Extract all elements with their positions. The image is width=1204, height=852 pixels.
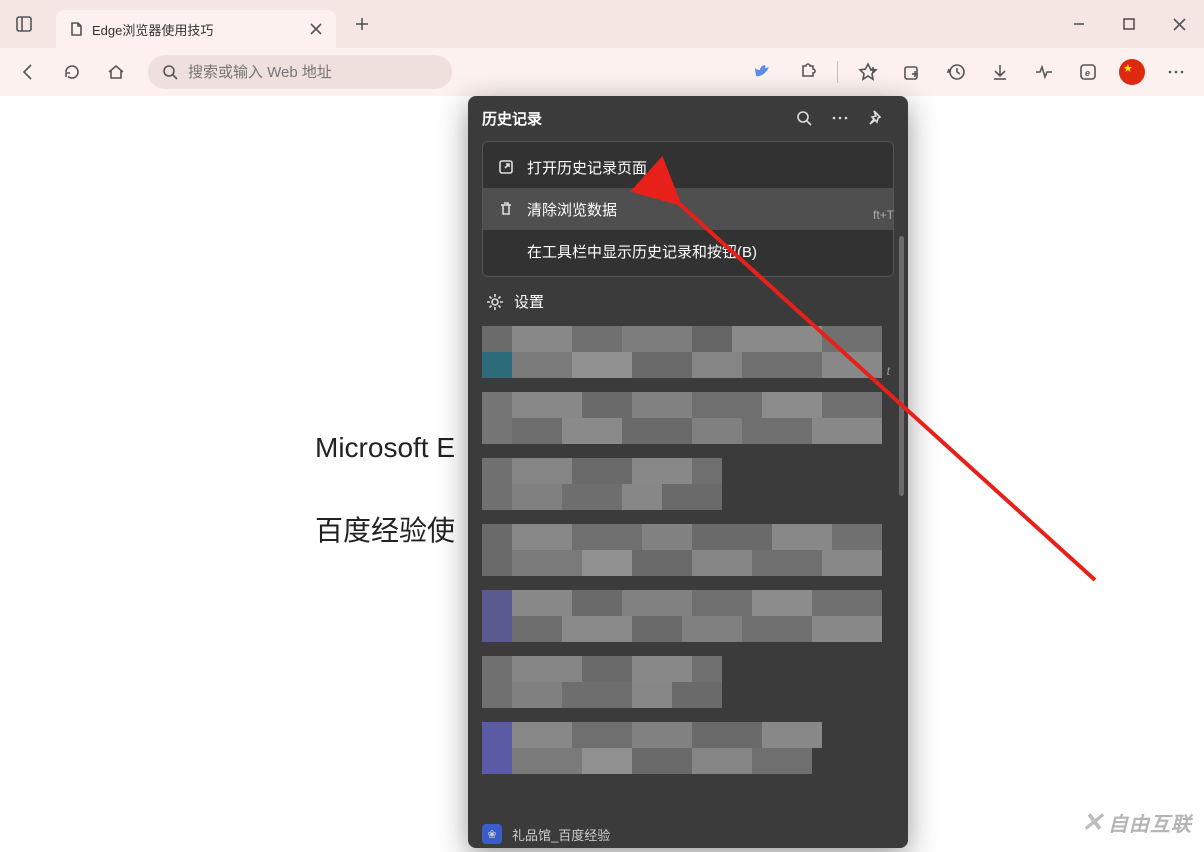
back-button[interactable] <box>8 52 48 92</box>
address-input[interactable] <box>188 64 438 81</box>
extensions-button[interactable] <box>787 52 827 92</box>
ie-icon: e <box>1078 62 1098 82</box>
maximize-button[interactable] <box>1104 4 1154 44</box>
scrollbar[interactable] <box>899 236 904 496</box>
home-button[interactable] <box>96 52 136 92</box>
menu-label: 在工具栏中显示历史记录和按钮(B) <box>527 241 757 262</box>
ie-mode-button[interactable]: e <box>1068 52 1108 92</box>
download-icon <box>990 62 1010 82</box>
menu-open-history-page[interactable]: 打开历史记录页面 <box>483 146 893 188</box>
toolbar: e <box>0 48 1204 96</box>
bird-extension-button[interactable] <box>743 52 783 92</box>
watermark: ✕ 自由互联 <box>1081 807 1192 838</box>
history-title: 历史记录 <box>482 108 786 129</box>
menu-label: 清除浏览数据 <box>527 199 617 220</box>
titlebar: Edge浏览器使用技巧 <box>0 0 1204 48</box>
ellipsis-icon <box>831 109 849 127</box>
history-bottom-item[interactable]: ❀ 礼品馆_百度经验 <box>482 824 610 844</box>
address-bar[interactable] <box>148 55 452 89</box>
collections-button[interactable] <box>892 52 932 92</box>
history-list-blurred <box>468 326 908 774</box>
pin-icon <box>867 109 885 127</box>
minimize-button[interactable] <box>1054 4 1104 44</box>
watermark-logo: ✕ <box>1081 807 1104 838</box>
side-char: t <box>887 364 890 378</box>
shortcut-hint: ft+T <box>873 208 894 222</box>
gear-icon <box>486 293 504 311</box>
close-window-button[interactable] <box>1154 4 1204 44</box>
close-tab-button[interactable] <box>308 21 324 37</box>
trash-icon <box>497 201 515 217</box>
heartbeat-icon <box>1034 62 1054 82</box>
svg-text:e: e <box>1085 68 1090 78</box>
history-header: 历史记录 <box>468 96 908 140</box>
menu-clear-browsing-data[interactable]: 清除浏览数据 <box>483 188 893 230</box>
profile-button[interactable] <box>1112 52 1152 92</box>
favicon: ❀ <box>482 824 502 844</box>
history-search-button[interactable] <box>786 100 822 136</box>
history-bottom-label: 礼品馆_百度经验 <box>512 825 610 844</box>
history-pin-button[interactable] <box>858 100 894 136</box>
history-icon <box>946 62 966 82</box>
browser-tab[interactable]: Edge浏览器使用技巧 <box>56 10 336 48</box>
tab-title: Edge浏览器使用技巧 <box>92 20 308 39</box>
new-tab-button[interactable] <box>346 8 378 40</box>
history-settings-link[interactable]: 设置 <box>468 277 908 326</box>
favorites-button[interactable] <box>848 52 888 92</box>
puzzle-icon <box>797 62 817 82</box>
star-icon <box>858 62 878 82</box>
window-controls <box>1054 4 1204 44</box>
settings-label: 设置 <box>514 291 544 312</box>
downloads-button[interactable] <box>980 52 1020 92</box>
menu-label: 打开历史记录页面 <box>527 157 647 178</box>
history-menu: 打开历史记录页面 清除浏览数据 在工具栏中显示历史记录和按钮(B) <box>482 141 894 277</box>
search-icon <box>162 64 178 80</box>
ellipsis-icon <box>1166 62 1186 82</box>
watermark-text: 自由互联 <box>1108 808 1192 837</box>
history-panel: 历史记录 打开历史记录页面 清除浏览数据 在工具栏中显示历史记录和按钮(B) f… <box>468 96 908 848</box>
bird-icon <box>753 62 773 82</box>
menu-show-history-toolbar[interactable]: 在工具栏中显示历史记录和按钮(B) <box>483 230 893 272</box>
history-more-button[interactable] <box>822 100 858 136</box>
page-icon <box>68 21 84 37</box>
more-button[interactable] <box>1156 52 1196 92</box>
china-flag-icon <box>1119 59 1145 85</box>
history-button[interactable] <box>936 52 976 92</box>
separator <box>837 61 838 83</box>
tabs-icon <box>15 15 33 33</box>
collections-icon <box>902 62 922 82</box>
tabs-button[interactable] <box>0 0 48 48</box>
performance-button[interactable] <box>1024 52 1064 92</box>
search-icon <box>795 109 813 127</box>
refresh-button[interactable] <box>52 52 92 92</box>
open-icon <box>497 159 515 175</box>
